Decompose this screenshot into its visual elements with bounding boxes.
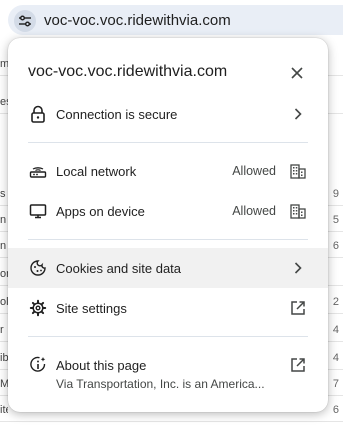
bg-cell: 7 xyxy=(332,378,339,390)
permission-row-apps-on-device[interactable]: Apps on device Allowed xyxy=(8,191,328,231)
gear-icon xyxy=(28,298,48,318)
connection-label: Connection is secure xyxy=(56,106,178,122)
divider xyxy=(28,239,308,240)
about-title: About this page xyxy=(56,358,147,373)
bg-cell: 6 xyxy=(332,404,339,416)
permission-label: Local network xyxy=(56,163,137,179)
permission-row-local-network[interactable]: Local network Allowed xyxy=(8,151,328,191)
connection-security-row[interactable]: Connection is secure xyxy=(8,94,328,134)
about-subtitle: Via Transportation, Inc. is an America..… xyxy=(56,377,265,391)
bg-cell: m xyxy=(0,58,8,70)
building-icon xyxy=(288,161,308,181)
bg-cell: on xyxy=(0,268,8,280)
bg-cell: 2 xyxy=(332,296,339,308)
bg-cell: ibu xyxy=(0,352,8,364)
cookie-icon xyxy=(28,258,48,278)
bg-cell: s xyxy=(0,188,6,200)
bg-cell: 5 xyxy=(332,214,339,226)
monitor-icon xyxy=(28,201,48,221)
open-external-icon xyxy=(288,355,308,375)
popup-title: voc-voc.voc.ridewithvia.com xyxy=(28,63,228,80)
open-external-icon xyxy=(288,298,308,318)
close-button[interactable] xyxy=(286,62,308,84)
bg-cell: 4 xyxy=(332,324,339,336)
chevron-right-icon xyxy=(288,104,308,124)
popup-header: voc-voc.voc.ridewithvia.com xyxy=(8,38,328,102)
permission-status[interactable]: Allowed xyxy=(232,164,276,178)
divider xyxy=(28,336,308,337)
site-info-button[interactable] xyxy=(14,10,36,32)
about-this-page-row[interactable]: About this page Via Transportation, Inc.… xyxy=(8,345,328,397)
building-icon xyxy=(288,201,308,221)
bg-cell: 6 xyxy=(332,240,339,252)
cookies-row[interactable]: Cookies and site data xyxy=(8,248,328,288)
chevron-right-icon xyxy=(288,258,308,278)
bg-cell: r xyxy=(0,324,4,336)
bg-cell: ite xyxy=(0,404,8,416)
site-settings-row[interactable]: Site settings xyxy=(8,288,328,328)
cookies-label: Cookies and site data xyxy=(56,260,182,276)
site-info-popup: voc-voc.voc.ridewithvia.com Connection i… xyxy=(8,38,328,412)
lock-icon xyxy=(28,104,48,124)
url-text[interactable]: voc-voc.voc.ridewithvia.com xyxy=(44,12,231,29)
site-settings-label: Site settings xyxy=(56,300,127,316)
bg-cell: ol xyxy=(0,296,8,308)
bg-cell: 4 xyxy=(332,352,339,364)
close-icon xyxy=(291,67,303,79)
bg-cell: es xyxy=(0,96,8,108)
tune-icon xyxy=(19,15,31,27)
permission-label: Apps on device xyxy=(56,203,145,219)
bg-cell: M xyxy=(0,378,8,390)
bg-cell: n xyxy=(0,214,7,226)
bg-cell: 9 xyxy=(332,188,339,200)
bg-cell: n xyxy=(0,240,7,252)
permission-status[interactable]: Allowed xyxy=(232,204,276,218)
about-icon xyxy=(28,355,48,375)
address-bar: voc-voc.voc.ridewithvia.com xyxy=(0,0,343,40)
router-icon xyxy=(28,161,48,181)
divider xyxy=(28,142,308,143)
